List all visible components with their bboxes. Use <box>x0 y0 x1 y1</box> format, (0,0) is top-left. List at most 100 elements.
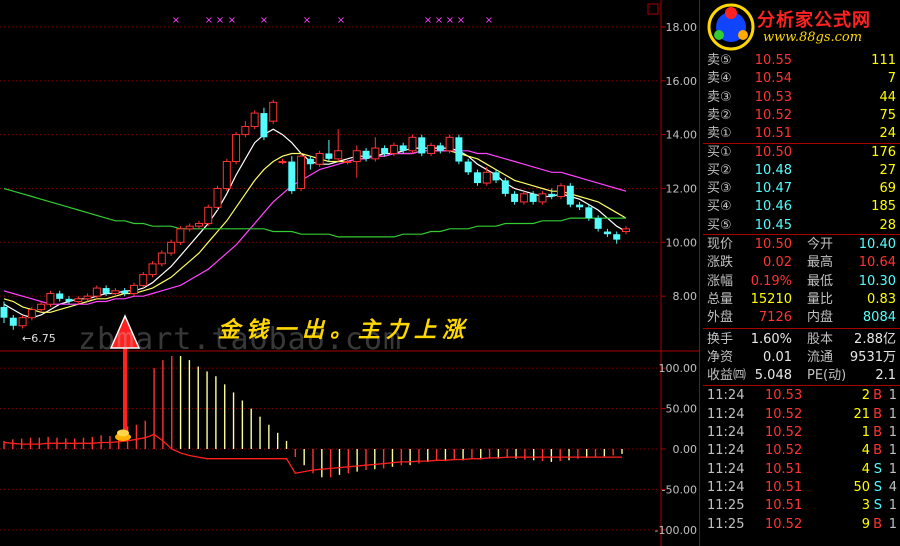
tick-price: 10.52 <box>765 425 803 440</box>
brand-emblem-icon <box>707 3 755 51</box>
candle-body <box>27 309 36 319</box>
tick-volume: 21 <box>853 406 870 422</box>
signal-marker: × <box>228 15 236 26</box>
candle-body <box>603 231 611 235</box>
candle-body <box>194 222 203 227</box>
tick-price: 10.52 <box>765 406 803 422</box>
price-tick-label: 14.00 <box>666 129 698 142</box>
candle-body <box>288 161 296 192</box>
candle-body <box>566 185 574 205</box>
tick-side: B <box>873 406 882 422</box>
candle-body <box>111 290 120 294</box>
info-value: 1.60% <box>750 331 792 347</box>
buy-price: 10.47 <box>754 181 792 197</box>
buy-volume: 69 <box>879 181 896 197</box>
tick-side: S <box>873 479 882 495</box>
candle-body <box>250 112 259 128</box>
candle-body <box>176 228 185 243</box>
section-divider <box>703 234 900 235</box>
stat-value: 10.40 <box>858 237 896 252</box>
tick-side: S <box>873 461 882 477</box>
indicator-tick-label: 100.00 <box>659 362 698 375</box>
candle-body <box>74 298 83 303</box>
buy-row[interactable]: 买⑤ 10.45 28 <box>703 217 900 235</box>
candle-body <box>352 150 361 163</box>
signal-marker: × <box>172 15 180 26</box>
stat-label: 总量 <box>707 291 734 307</box>
panel-toggle-button[interactable] <box>647 3 659 15</box>
tick-time: 11:25 <box>707 498 745 514</box>
sell-row[interactable]: 卖⑤ 10.55 111 <box>703 52 900 70</box>
sell-volume: 44 <box>879 89 896 105</box>
sell-row[interactable]: 卖③ 10.53 44 <box>703 89 900 107</box>
price-tick-label: 12.00 <box>666 182 698 195</box>
candle-body <box>455 137 463 162</box>
stat-label: 涨幅 <box>707 273 734 289</box>
candle-body <box>538 193 547 203</box>
signal-marker: × <box>457 15 465 26</box>
info-value: 2.88亿 <box>854 331 896 347</box>
tick-side: B <box>873 425 882 440</box>
candle-body <box>381 148 389 154</box>
candle-body <box>519 193 528 203</box>
tick-volume: 2 <box>861 388 870 404</box>
stat-label: 量比 <box>807 291 834 307</box>
candle-body <box>473 172 481 184</box>
buy-row[interactable]: 买③ 10.47 69 <box>703 180 900 198</box>
stat-row: 涨幅 0.19% 最低 10.30 <box>703 273 900 291</box>
stat-label: 最高 <box>807 255 834 271</box>
tick-row: 11:25 10.51 3 S 1 <box>703 497 900 515</box>
tick-volume: 9 <box>861 516 870 532</box>
candle-body <box>260 113 268 138</box>
buy-row[interactable]: 买② 10.48 27 <box>703 162 900 180</box>
buy-price: 10.46 <box>754 199 792 215</box>
info-value: 2.1 <box>875 368 896 384</box>
tick-price: 10.53 <box>765 388 803 404</box>
buy-row[interactable]: 买④ 10.46 185 <box>703 198 900 216</box>
stat-value: 7126 <box>758 310 792 326</box>
sell-row[interactable]: 卖② 10.52 75 <box>703 107 900 125</box>
sell-row[interactable]: 卖① 10.51 24 <box>703 125 900 143</box>
indicator-bars <box>3 356 623 478</box>
candle-body <box>418 137 426 154</box>
tick-volume: 50 <box>853 479 870 495</box>
candle-body <box>65 298 73 302</box>
tick-row: 11:24 10.52 21 B 1 <box>703 406 900 424</box>
buy-volume: 185 <box>871 199 896 215</box>
buy-level-label: 买③ <box>707 181 732 197</box>
candle-body <box>9 317 17 326</box>
info-label: 收益㈣ <box>707 368 747 384</box>
stat-value: 0.02 <box>763 255 792 271</box>
buy-row[interactable]: 买① 10.50 176 <box>703 144 900 162</box>
info-row: 换手 1.60% 股本 2.88亿 <box>703 331 900 349</box>
sell-row[interactable]: 卖④ 10.54 7 <box>703 70 900 88</box>
buy-price: 10.48 <box>754 162 792 178</box>
tick-volume: 1 <box>861 425 870 440</box>
sell-level-label: 卖④ <box>707 71 732 87</box>
price-tick-label: 8.00 <box>673 290 698 303</box>
candle-body <box>482 171 491 184</box>
candle-body <box>157 252 166 265</box>
sell-level-label: 卖② <box>707 107 732 123</box>
brand-title: 分析家公式网 <box>757 10 871 31</box>
buy-price: 10.45 <box>754 217 792 233</box>
tick-volume: 4 <box>861 443 870 459</box>
stat-row: 涨跌 0.02 最高 10.64 <box>703 254 900 272</box>
price-tick-label: 16.00 <box>666 75 698 88</box>
tick-price: 10.51 <box>765 498 803 514</box>
section-divider <box>703 385 900 387</box>
signal-marker: × <box>424 15 432 26</box>
buy-level-label: 买② <box>707 162 732 178</box>
signal-marker: × <box>337 15 345 26</box>
info-row: 净资 0.01 流通 9531万 <box>703 349 900 367</box>
tick-price: 10.51 <box>765 479 803 495</box>
indicator-tick-label: 0.00 <box>673 443 698 456</box>
tick-row: 11:24 10.53 2 B 1 <box>703 387 900 405</box>
candle-body <box>445 136 454 152</box>
candle-body <box>557 185 566 198</box>
candle-body <box>102 288 110 294</box>
tick-time: 11:24 <box>707 461 745 477</box>
stat-value: 10.64 <box>858 255 896 271</box>
candle-body <box>185 225 194 230</box>
sell-volume: 24 <box>879 126 896 142</box>
